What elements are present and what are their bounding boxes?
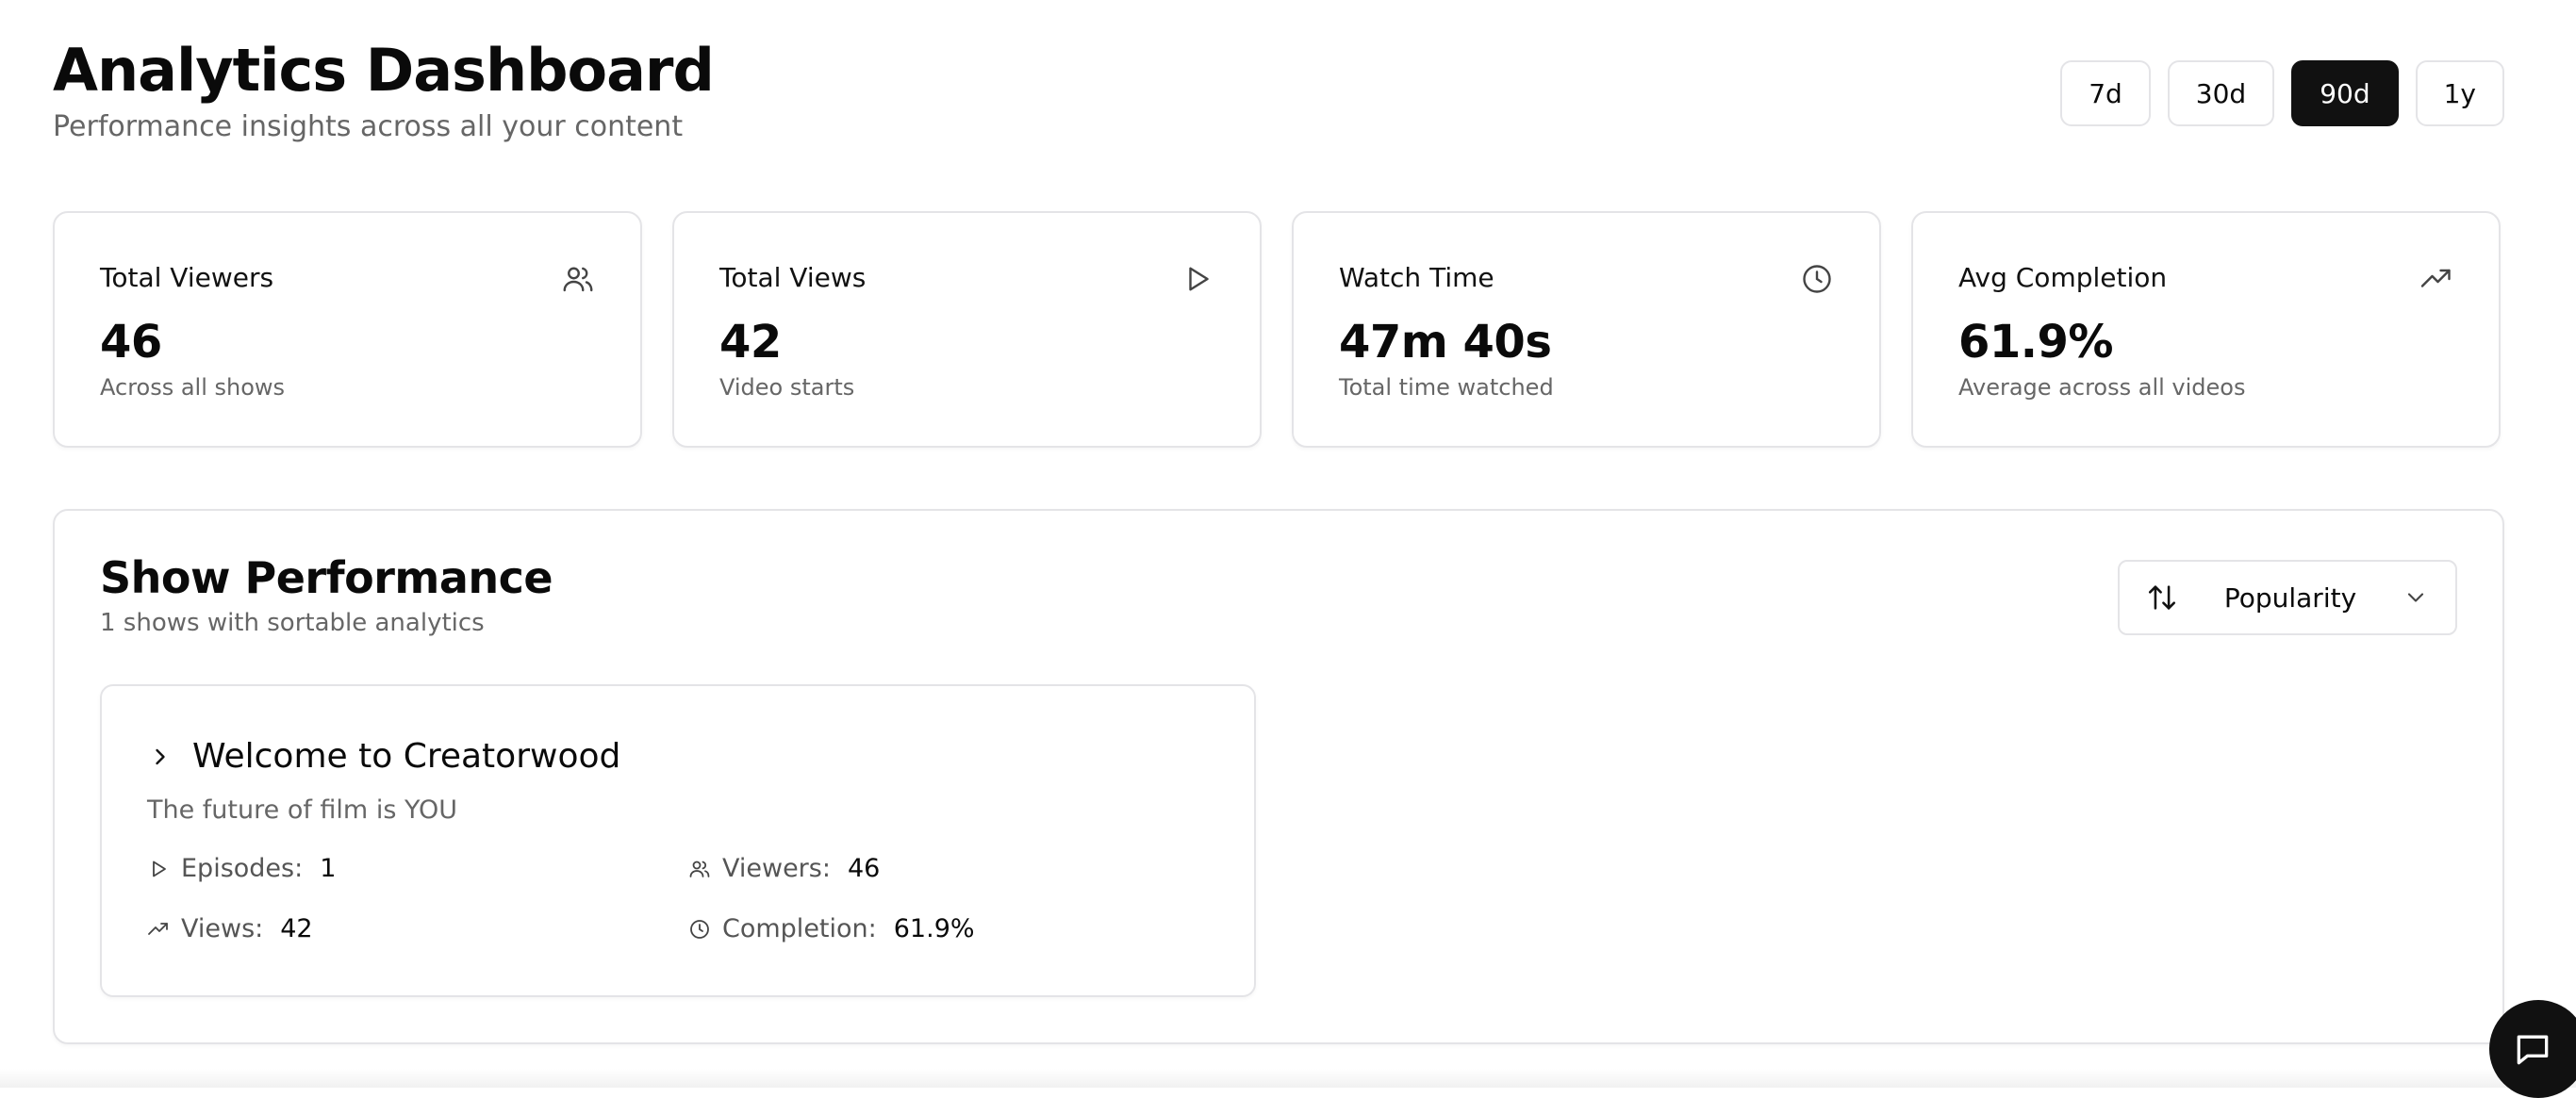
metric-viewers: Viewers: 46 bbox=[688, 854, 880, 883]
clock-icon bbox=[1803, 265, 1831, 293]
stat-label: Avg Completion bbox=[1958, 262, 2168, 293]
sort-select[interactable]: Popularity bbox=[2118, 560, 2457, 635]
stat-value: 46 bbox=[100, 316, 162, 369]
stat-caption: Video starts bbox=[719, 374, 855, 401]
chat-icon bbox=[2517, 1035, 2549, 1065]
metric-label: Viewers: bbox=[722, 854, 831, 883]
stat-card-watch-time: Watch Time 47m 40s Total time watched bbox=[1292, 211, 1881, 448]
play-icon bbox=[1189, 267, 1209, 291]
show-card[interactable]: Welcome to Creatorwood The future of fil… bbox=[100, 684, 1256, 997]
metric-label: Episodes: bbox=[181, 854, 304, 883]
show-title: Welcome to Creatorwood bbox=[192, 737, 621, 776]
stat-value: 61.9% bbox=[1958, 316, 2114, 369]
stat-card-total-views: Total Views 42 Video starts bbox=[672, 211, 1262, 448]
stat-label: Total Viewers bbox=[100, 262, 274, 293]
play-icon bbox=[153, 860, 166, 877]
metric-label: Views: bbox=[181, 914, 264, 943]
metric-episodes: Episodes: 1 bbox=[147, 854, 336, 883]
range-30d-button[interactable]: 30d bbox=[2167, 60, 2275, 126]
stats-row: Total Viewers 46 Across all shows Total … bbox=[53, 211, 2501, 448]
users-icon bbox=[563, 267, 593, 292]
section-subtitle: 1 shows with sortable analytics bbox=[100, 609, 485, 637]
metric-completion: Completion: 61.9% bbox=[688, 914, 975, 943]
page-subtitle: Performance insights across all your con… bbox=[53, 110, 684, 143]
metric-value: 46 bbox=[847, 854, 881, 883]
range-90d-button[interactable]: 90d bbox=[2291, 60, 2399, 126]
page-header: Analytics Dashboard Performance insights… bbox=[53, 36, 715, 145]
section-title: Show Performance bbox=[100, 552, 553, 603]
chevron-down-icon bbox=[2407, 593, 2424, 602]
sort-select-value: Popularity bbox=[2223, 582, 2357, 614]
range-1y-button[interactable]: 1y bbox=[2415, 60, 2504, 126]
stat-value: 47m 40s bbox=[1339, 316, 1552, 369]
stat-caption: Average across all videos bbox=[1958, 374, 2246, 401]
sort-arrows-icon bbox=[2148, 585, 2176, 610]
metric-value: 42 bbox=[280, 914, 313, 943]
clock-icon bbox=[690, 919, 709, 939]
stat-value: 42 bbox=[719, 316, 782, 369]
users-icon bbox=[689, 860, 710, 877]
metric-value: 1 bbox=[320, 854, 337, 883]
trending-up-icon bbox=[2420, 269, 2451, 287]
stat-caption: Total time watched bbox=[1339, 374, 1554, 401]
show-description: The future of film is YOU bbox=[147, 795, 457, 825]
range-7d-button[interactable]: 7d bbox=[2060, 60, 2151, 126]
stat-card-avg-completion: Avg Completion 61.9% Average across all … bbox=[1911, 211, 2501, 448]
stat-label: Total Views bbox=[719, 262, 867, 293]
stat-label: Watch Time bbox=[1339, 262, 1494, 293]
bottom-fade bbox=[0, 1069, 2576, 1088]
show-title-row[interactable]: Welcome to Creatorwood bbox=[147, 737, 620, 776]
stat-card-total-viewers: Total Viewers 46 Across all shows bbox=[53, 211, 642, 448]
trending-up-icon bbox=[148, 922, 168, 935]
metric-views: Views: 42 bbox=[147, 914, 313, 943]
metric-label: Completion: bbox=[722, 914, 877, 943]
stat-caption: Across all shows bbox=[100, 374, 286, 401]
chevron-right-icon[interactable] bbox=[147, 744, 173, 770]
time-range-selector: 7d 30d 90d 1y bbox=[2060, 60, 2504, 126]
metric-value: 61.9% bbox=[893, 914, 975, 943]
page-title: Analytics Dashboard bbox=[53, 36, 715, 105]
show-performance-panel: Show Performance 1 shows with sortable a… bbox=[53, 509, 2504, 1044]
